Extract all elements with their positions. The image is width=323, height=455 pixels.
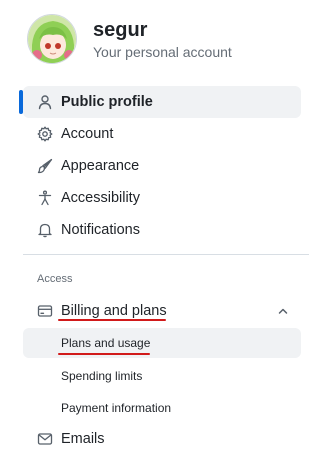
accessibility-icon	[37, 190, 53, 206]
account-header: segur Your personal account	[27, 13, 307, 65]
nav-item-accessibility[interactable]: Accessibility	[23, 182, 301, 214]
annotation-underline-plans	[58, 353, 150, 355]
subnav-item-label: Spending limits	[61, 369, 143, 383]
nav-item-label: Account	[61, 126, 114, 142]
subnav-item-label: Plans and usage	[61, 336, 151, 350]
nav-item-label: Billing and plans	[61, 303, 167, 319]
nav-item-notifications[interactable]: Notifications	[23, 214, 301, 246]
subnav-item-payment-information[interactable]: Payment information	[23, 393, 301, 423]
active-indicator	[19, 90, 23, 114]
nav-item-label: Notifications	[61, 222, 140, 238]
person-icon	[37, 94, 53, 110]
nav-item-label: Appearance	[61, 158, 140, 174]
nav-divider	[23, 254, 309, 255]
settings-nav: Public profile Account Appearance Access…	[19, 86, 301, 246]
mail-icon	[37, 431, 53, 447]
section-label-access: Access	[37, 273, 73, 285]
nav-item-public-profile[interactable]: Public profile	[19, 86, 301, 118]
gear-icon	[37, 126, 53, 142]
nav-item-emails[interactable]: Emails	[23, 423, 301, 455]
nav-item-appearance[interactable]: Appearance	[23, 150, 301, 182]
emails-row[interactable]: Emails	[23, 423, 301, 455]
bell-icon	[37, 222, 53, 238]
nav-item-label: Emails	[61, 431, 105, 447]
avatar[interactable]	[27, 14, 77, 64]
annotation-underline-billing	[58, 319, 166, 321]
avatar-image	[28, 15, 76, 63]
account-subtitle: Your personal account	[93, 43, 232, 60]
nav-item-account[interactable]: Account	[23, 118, 301, 150]
account-username[interactable]: segur	[93, 18, 232, 42]
nav-item-label: Public profile	[61, 94, 153, 110]
nav-item-billing-and-plans[interactable]: Billing and plans	[23, 295, 301, 327]
subnav-item-spending-limits[interactable]: Spending limits	[23, 361, 301, 391]
credit-card-icon	[37, 303, 53, 319]
subnav-item-label: Payment information	[61, 401, 172, 415]
paintbrush-icon	[37, 158, 53, 174]
nav-item-label: Accessibility	[61, 190, 140, 206]
billing-row[interactable]: Billing and plans	[23, 295, 301, 327]
chevron-up-icon[interactable]	[275, 303, 291, 319]
